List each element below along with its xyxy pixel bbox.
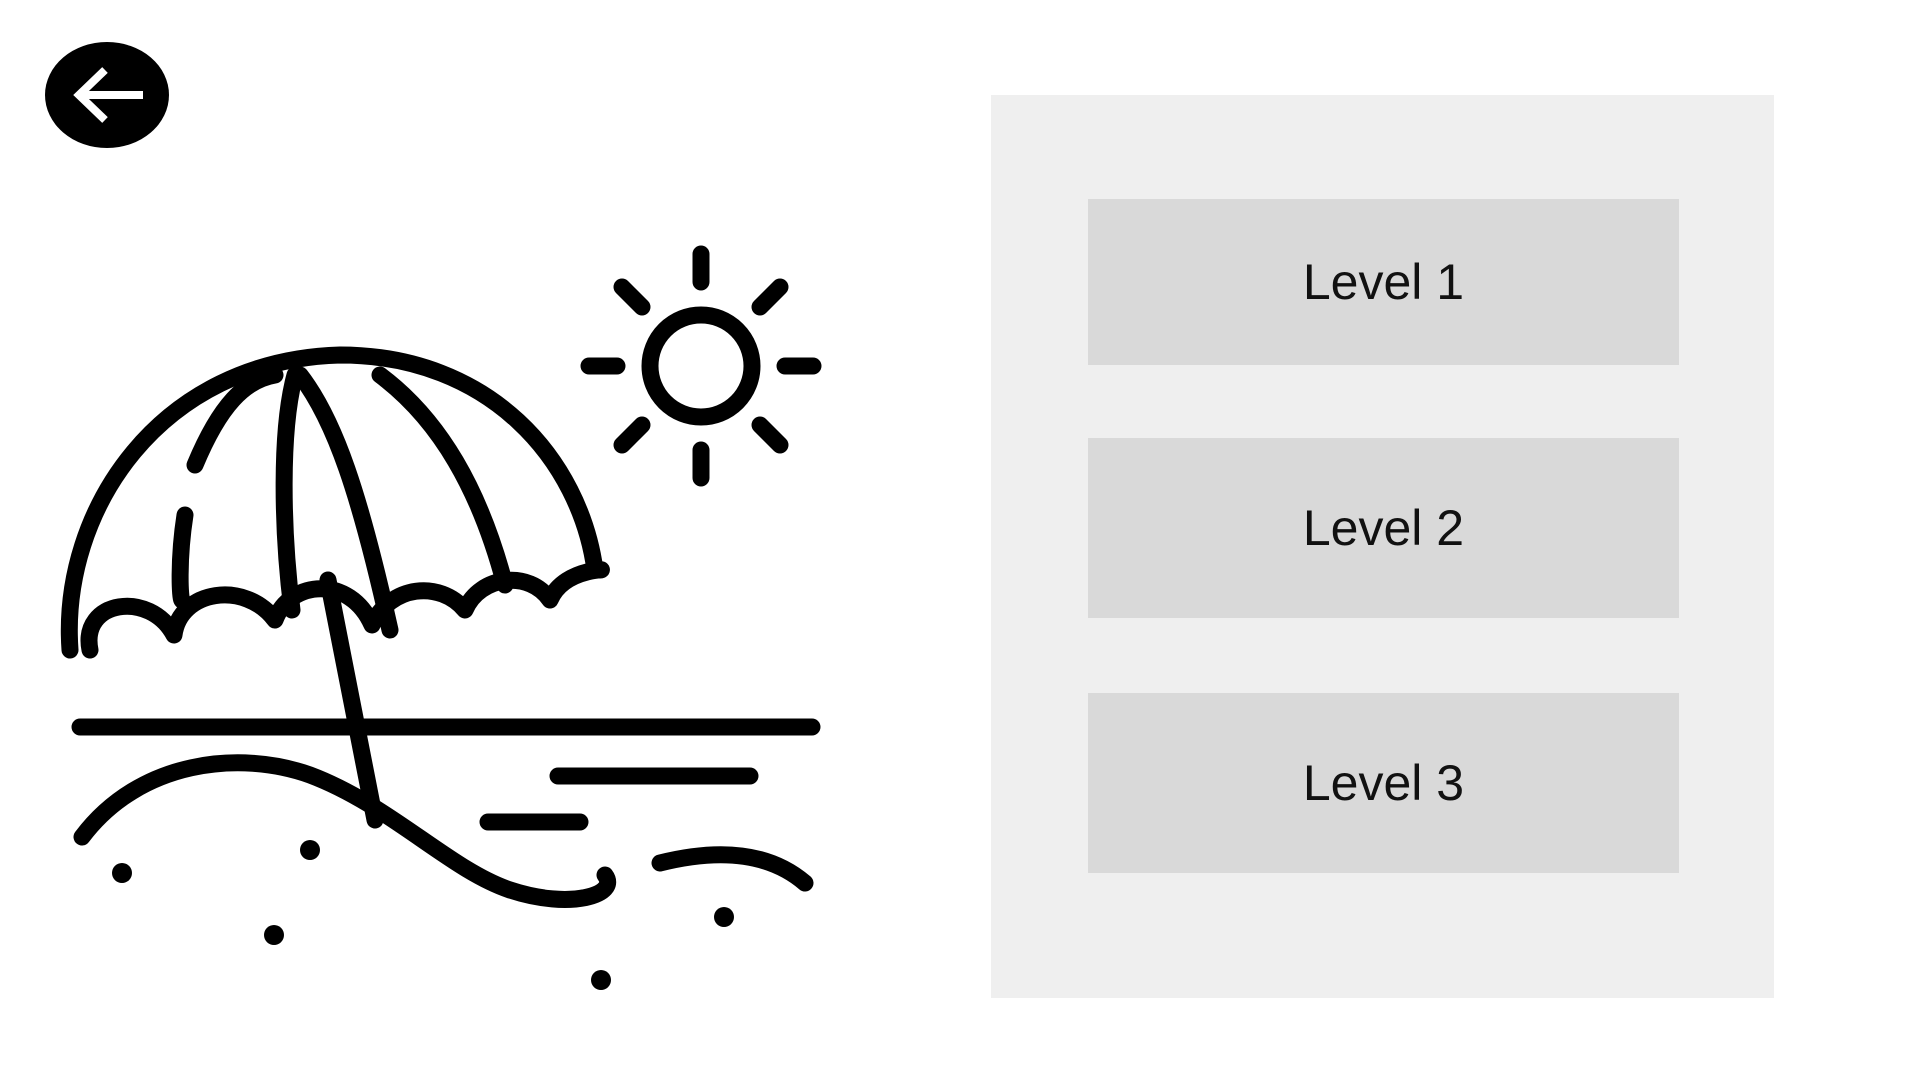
level-3-label: Level 3 (1302, 755, 1465, 811)
beach-umbrella-sun-icon (60, 245, 822, 990)
level-3-button[interactable]: Level 3 (1088, 693, 1679, 873)
sand-dots (112, 840, 734, 990)
level-2-button[interactable]: Level 2 (1088, 438, 1679, 618)
back-button[interactable] (45, 42, 169, 148)
sun-icon (580, 245, 822, 487)
arrow-left-icon (73, 67, 143, 123)
beach-illustration (60, 230, 850, 1010)
level-2-label: Level 2 (1302, 500, 1465, 556)
umbrella-icon (60, 346, 610, 829)
level-1-button[interactable]: Level 1 (1088, 199, 1679, 365)
level-select-screen: Level 1 Level 2 Level 3 (0, 0, 1920, 1080)
level-select-panel: Level 1 Level 2 Level 3 (991, 95, 1774, 998)
level-1-label: Level 1 (1302, 254, 1465, 310)
